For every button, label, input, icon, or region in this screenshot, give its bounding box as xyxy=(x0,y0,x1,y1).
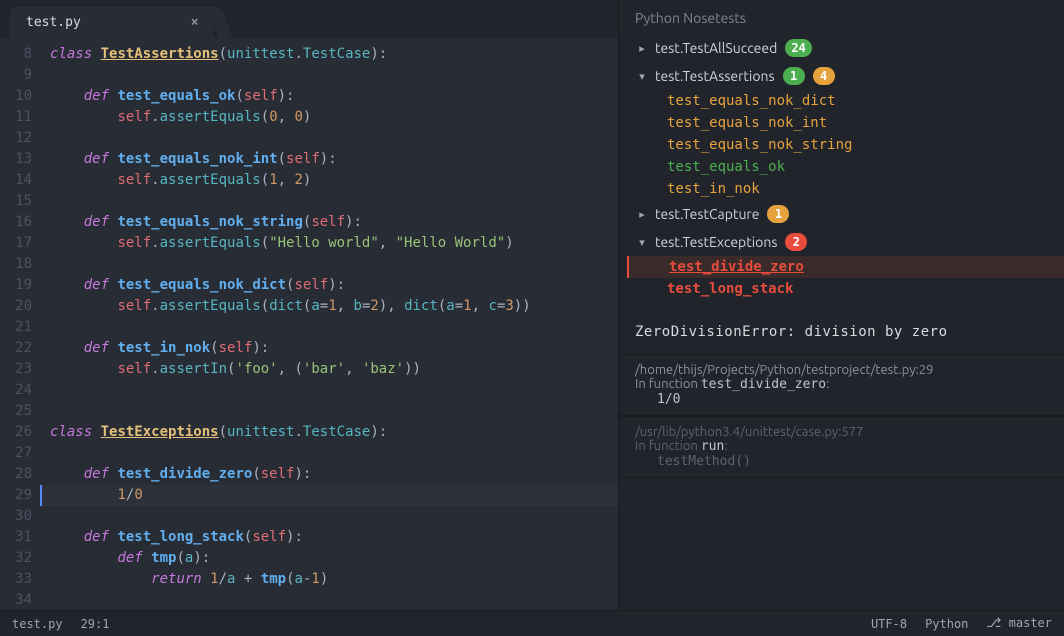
test-panel-title: Python Nosetests xyxy=(619,0,1064,34)
close-icon[interactable]: × xyxy=(191,15,199,30)
test-tree: ▸test.TestAllSucceed24▾test.TestAssertio… xyxy=(619,34,1064,310)
test-suite[interactable]: ▸ test.TestAllSucceed 24 xyxy=(627,34,1056,62)
stack-trace: /home/thijs/Projects/Python/testproject/… xyxy=(619,354,1064,478)
test-suite[interactable]: ▾ test.TestExceptions 2 xyxy=(627,228,1056,256)
test-item[interactable]: test_long_stack xyxy=(667,278,1056,300)
test-item[interactable]: test_divide_zero xyxy=(627,256,1064,278)
tab-filename: test.py xyxy=(26,15,81,30)
editor-pane: test.py × 891011121314151617181920212223… xyxy=(0,0,618,610)
chevron-down-icon: ▾ xyxy=(637,236,647,249)
count-badge: 2 xyxy=(785,233,807,251)
test-item[interactable]: test_equals_nok_dict xyxy=(667,90,1056,112)
suite-name: test.TestAssertions xyxy=(655,68,775,84)
test-item[interactable]: test_equals_ok xyxy=(667,156,1056,178)
status-cursor-pos[interactable]: 29:1 xyxy=(81,617,110,631)
code-content[interactable]: class TestAssertions(unittest.TestCase):… xyxy=(40,38,618,610)
test-results-pane: Python Nosetests ▸test.TestAllSucceed24▾… xyxy=(618,0,1064,610)
status-encoding[interactable]: UTF-8 xyxy=(871,617,907,631)
test-suite[interactable]: ▸ test.TestCapture 1 xyxy=(627,200,1056,228)
status-filename[interactable]: test.py xyxy=(12,617,63,631)
count-badge: 24 xyxy=(785,39,811,57)
suite-name: test.TestCapture xyxy=(655,206,759,222)
chevron-right-icon: ▸ xyxy=(637,42,647,55)
status-branch[interactable]: ⎇ master xyxy=(986,616,1052,631)
count-badge: 1 xyxy=(767,205,789,223)
error-detail: ZeroDivisionError: division by zero xyxy=(619,310,1064,354)
error-title: ZeroDivisionError: division by zero xyxy=(635,318,1048,346)
editor-tab[interactable]: test.py × xyxy=(10,7,213,38)
test-item[interactable]: test_equals_nok_int xyxy=(667,112,1056,134)
tab-bar: test.py × xyxy=(0,0,618,38)
suite-name: test.TestExceptions xyxy=(655,234,777,250)
status-language[interactable]: Python xyxy=(925,617,968,631)
chevron-down-icon: ▾ xyxy=(637,70,647,83)
test-suite[interactable]: ▾ test.TestAssertions 14 xyxy=(627,62,1056,90)
chevron-right-icon: ▸ xyxy=(637,208,647,221)
line-number-gutter: 8910111213141516171819202122232425262728… xyxy=(0,38,40,610)
count-badge: 1 xyxy=(783,67,805,85)
test-item[interactable]: test_in_nok xyxy=(667,178,1056,200)
git-branch-icon: ⎇ xyxy=(986,616,1001,631)
code-area[interactable]: 8910111213141516171819202122232425262728… xyxy=(0,38,618,610)
suite-name: test.TestAllSucceed xyxy=(655,40,777,56)
test-item[interactable]: test_equals_nok_string xyxy=(667,134,1056,156)
stack-frame[interactable]: /home/thijs/Projects/Python/testproject/… xyxy=(619,354,1064,416)
stack-frame[interactable]: /usr/lib/python3.4/unittest/case.py:577I… xyxy=(619,416,1064,478)
count-badge: 4 xyxy=(813,67,835,85)
status-bar: test.py 29:1 UTF-8 Python ⎇ master xyxy=(0,610,1064,636)
